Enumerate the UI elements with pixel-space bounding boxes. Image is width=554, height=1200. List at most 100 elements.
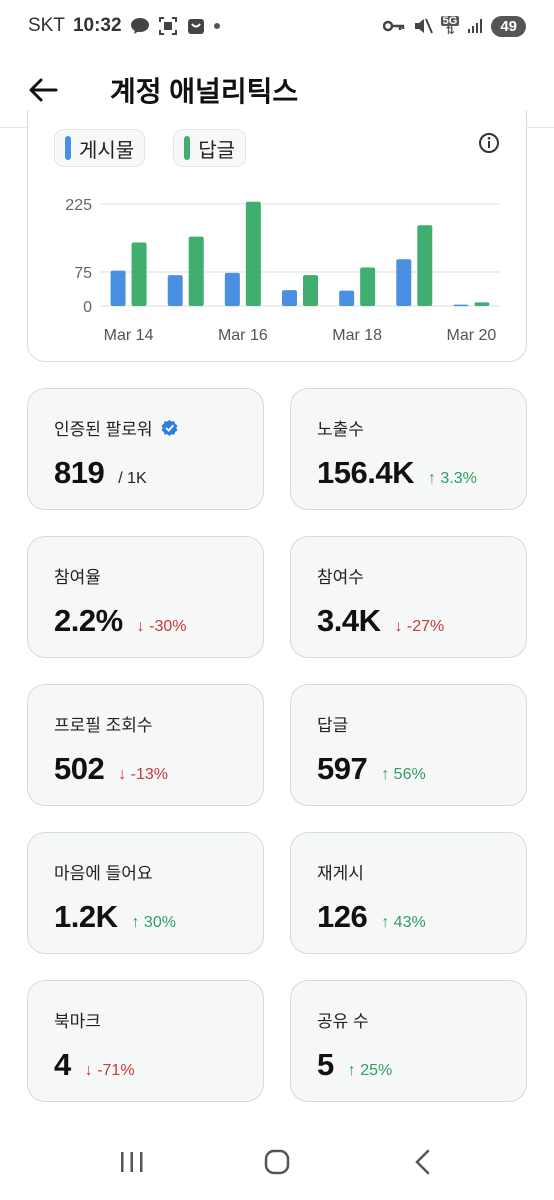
stat-value: 1.2K (54, 899, 118, 934)
stat-label: 마음에 들어요 (54, 859, 237, 883)
posts-bar-mar-17[interactable] (282, 290, 297, 306)
x-tick-label: Mar 14 (104, 327, 154, 344)
stat-value: 597 (317, 751, 368, 786)
stat-value-row: 4 ↓ -71% (54, 1047, 237, 1083)
key-icon (382, 19, 405, 33)
stat-label: 재게시 (317, 859, 500, 883)
x-tick-label: Mar 16 (218, 327, 268, 344)
stat-label-text: 인증된 팔로워 (54, 419, 153, 439)
info-icon[interactable] (478, 132, 500, 154)
recent-apps-icon (121, 1152, 143, 1172)
stat-change-up: ↑ 3.3% (427, 470, 477, 487)
stat-card-impressions[interactable]: 노출수 156.4K ↑ 3.3% (290, 388, 527, 510)
stat-label: 인증된 팔로워 (54, 415, 237, 439)
stat-card-engagement-rate[interactable]: 참여율 2.2% ↓ -30% (27, 536, 264, 658)
posts-bar-mar-14[interactable] (110, 270, 126, 306)
posts-bar-mar-19[interactable] (396, 259, 412, 306)
posts-bar-mar-18[interactable] (339, 290, 355, 306)
activity-chart-card: 게시물 답글 0 75 225 Mar 14 Mar 16 Mar 18 Mar 20 (27, 110, 527, 362)
x-tick-label: Mar 18 (332, 327, 382, 344)
stat-card-verified-followers[interactable]: 인증된 팔로워 819 / 1K (27, 388, 264, 510)
stat-value-row: 156.4K ↑ 3.3% (317, 455, 500, 491)
mute-icon (413, 17, 433, 35)
stat-label-text: 노출수 (317, 419, 364, 439)
stat-value-row: 2.2% ↓ -30% (54, 603, 237, 639)
stat-change-up: ↑ 43% (381, 914, 426, 931)
home-button[interactable] (247, 1132, 307, 1192)
status-time: 10:32 (72, 15, 122, 36)
talk-notification-icon (130, 17, 150, 35)
home-icon (264, 1149, 290, 1175)
stat-value-row: 597 ↑ 56% (317, 751, 500, 787)
stat-change-down: ↓ -27% (394, 618, 445, 635)
replies-bar-mar-16[interactable] (245, 201, 261, 306)
arrow-left-icon (29, 78, 58, 101)
stat-label-text: 북마크 (54, 1011, 101, 1031)
bar-chart: 0 75 225 Mar 14 Mar 16 Mar 18 Mar 20 (65, 197, 500, 344)
legend-label-replies: 답글 (198, 139, 236, 162)
stat-card-likes[interactable]: 마음에 들어요 1.2K ↑ 30% (27, 832, 264, 954)
stat-label-text: 재게시 (317, 863, 364, 883)
stat-value-row: 3.4K ↓ -27% (317, 603, 500, 639)
replies-bar-mar-18[interactable] (360, 267, 376, 306)
stat-label: 답글 (317, 711, 500, 735)
stat-card-profile-visits[interactable]: 프로필 조회수 502 ↓ -13% (27, 684, 264, 806)
stat-label-text: 마음에 들어요 (54, 863, 153, 883)
posts-bar-mar-20[interactable] (453, 304, 469, 307)
replies-bar-mar-20[interactable] (474, 302, 490, 306)
stat-value-row: 1.2K ↑ 30% (54, 899, 237, 935)
network-5g-icon: 5G ⇅ (440, 15, 460, 37)
stat-card-bookmarks[interactable]: 북마크 4 ↓ -71% (27, 980, 264, 1102)
y-tick-label: 75 (74, 265, 92, 282)
stat-card-shares[interactable]: 공유 수 5 ↑ 25% (290, 980, 527, 1102)
stat-change-up: ↑ 56% (381, 766, 426, 783)
posts-bar-mar-16[interactable] (224, 272, 240, 306)
stat-change-up: ↑ 25% (347, 1062, 393, 1079)
x-tick-label: Mar 20 (447, 327, 497, 344)
y-tick-label: 225 (65, 197, 92, 214)
carrier-label: SKT (28, 15, 65, 36)
stat-value: 2.2% (54, 603, 123, 638)
replies-bar-mar-15[interactable] (188, 236, 204, 306)
stat-label-text: 답글 (317, 715, 349, 735)
posts-swatch (65, 136, 71, 160)
stat-value: 5 (317, 1047, 334, 1082)
posts-bar-mar-15[interactable] (167, 275, 183, 306)
stat-value: 3.4K (317, 603, 381, 638)
replies-bar-mar-17[interactable] (303, 275, 318, 306)
legend-item-replies[interactable]: 답글 (173, 129, 247, 167)
replies-bar-mar-14[interactable] (131, 242, 147, 306)
system-back-button[interactable] (392, 1132, 452, 1192)
stat-change-down: ↓ -13% (118, 766, 169, 783)
stat-card-reposts[interactable]: 재게시 126 ↑ 43% (290, 832, 527, 954)
chart-legend: 게시물 답글 (54, 129, 247, 167)
status-left: SKT 10:32 (28, 15, 220, 37)
page-title: 계정 애널리틱스 (110, 75, 299, 107)
stat-label: 프로필 조회수 (54, 711, 237, 735)
legend-item-posts[interactable]: 게시물 (54, 129, 146, 167)
replies-bar-mar-19[interactable] (417, 225, 433, 306)
stat-value: 126 (317, 899, 368, 934)
screenshot-icon (158, 16, 178, 36)
stat-change-down: ↓ -71% (84, 1062, 135, 1079)
stat-value-row: 126 ↑ 43% (317, 899, 500, 935)
y-tick-label: 0 (83, 299, 92, 316)
stat-label-text: 프로필 조회수 (54, 715, 153, 735)
recent-apps-button[interactable] (102, 1132, 162, 1192)
stat-card-replies[interactable]: 답글 597 ↑ 56% (290, 684, 527, 806)
stat-suffix: / 1K (118, 470, 147, 487)
stat-change-down: ↓ -30% (136, 618, 187, 635)
stat-card-engagements[interactable]: 참여수 3.4K ↓ -27% (290, 536, 527, 658)
signal-icon (467, 18, 483, 34)
stat-value: 819 (54, 455, 105, 490)
stat-label: 노출수 (317, 415, 500, 439)
verified-badge-icon (161, 419, 177, 436)
stat-label: 공유 수 (317, 1007, 500, 1031)
stat-change-up: ↑ 30% (131, 914, 176, 931)
status-bar: SKT 10:32 5G ⇅ 49 (0, 0, 554, 52)
stat-label-text: 공유 수 (317, 1011, 369, 1031)
stat-value-row: 819 / 1K (54, 455, 237, 491)
stat-label-text: 참여율 (54, 567, 101, 587)
stat-value-row: 502 ↓ -13% (54, 751, 237, 787)
stat-value-row: 5 ↑ 25% (317, 1047, 500, 1083)
